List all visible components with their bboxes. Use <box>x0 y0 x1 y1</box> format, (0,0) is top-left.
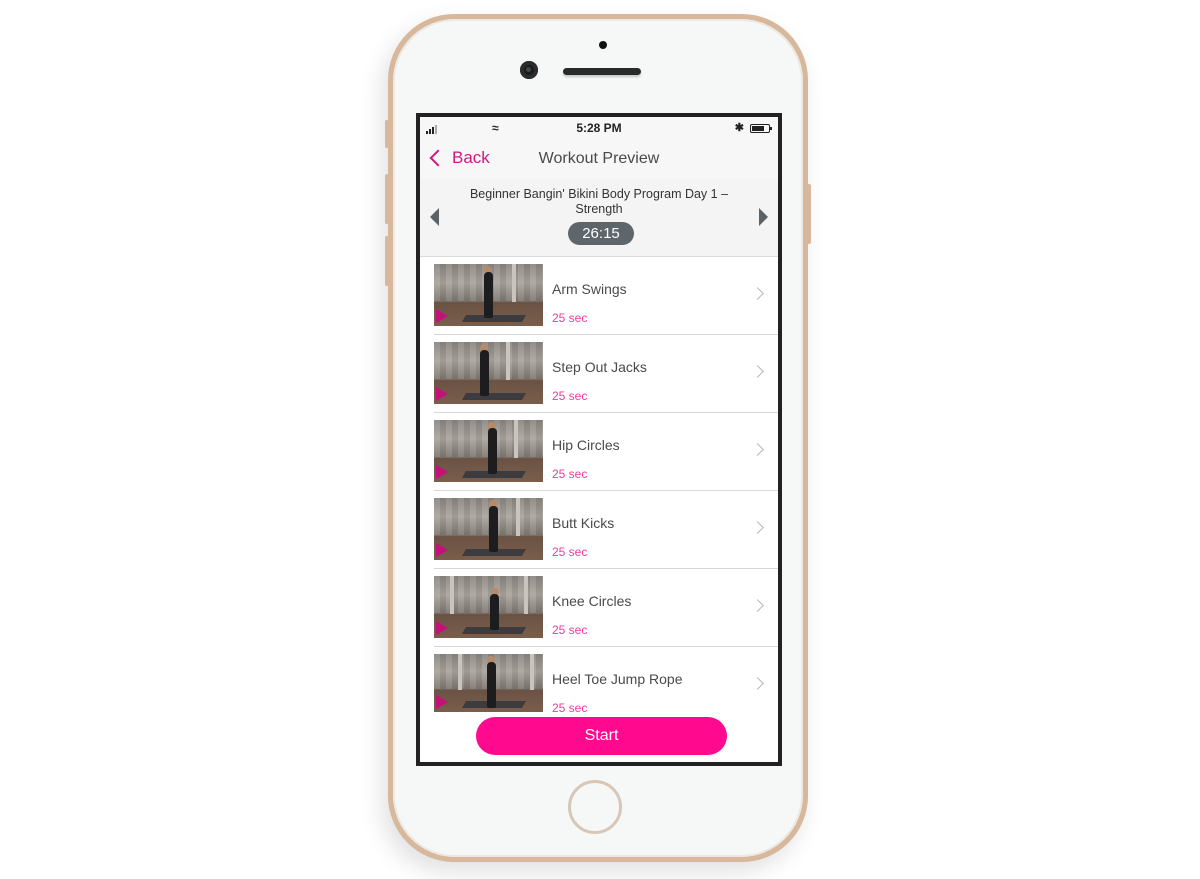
exercise-name: Heel Toe Jump Rope <box>552 671 683 687</box>
power-button <box>807 184 811 244</box>
exercise-duration: 25 sec <box>552 701 588 715</box>
play-icon <box>435 620 449 636</box>
play-icon <box>435 386 449 402</box>
app-screen: ≈ 5:28 PM ✱ Back Workout Preview Beginne… <box>420 117 778 762</box>
chevron-right-icon <box>751 365 764 378</box>
exercise-duration: 25 sec <box>552 623 588 637</box>
phone-mockup: ≈ 5:28 PM ✱ Back Workout Preview Beginne… <box>385 14 811 862</box>
previous-day-arrow-icon[interactable] <box>430 208 439 226</box>
exercise-duration: 25 sec <box>552 545 588 559</box>
play-icon <box>435 542 449 558</box>
volume-up-button <box>385 174 389 224</box>
earpiece-speaker <box>563 68 641 75</box>
battery-icon <box>750 124 772 133</box>
play-icon <box>435 694 449 710</box>
exercise-thumbnail[interactable] <box>434 654 543 712</box>
exercise-row[interactable]: Step Out Jacks 25 sec <box>434 335 778 413</box>
exercise-row[interactable]: Butt Kicks 25 sec <box>434 491 778 569</box>
program-title: Beginner Bangin' Bikini Body Program Day… <box>469 187 729 216</box>
exercise-thumbnail[interactable] <box>434 420 543 482</box>
chevron-right-icon <box>751 521 764 534</box>
chevron-right-icon <box>751 287 764 300</box>
exercise-row[interactable]: Hip Circles 25 sec <box>434 413 778 491</box>
exercise-duration: 25 sec <box>552 467 588 481</box>
volume-down-button <box>385 236 389 286</box>
program-header: Beginner Bangin' Bikini Body Program Day… <box>420 179 778 257</box>
next-day-arrow-icon[interactable] <box>759 208 768 226</box>
exercise-name: Knee Circles <box>552 593 632 609</box>
status-bar: ≈ 5:28 PM ✱ <box>420 117 778 139</box>
exercise-name: Hip Circles <box>552 437 620 453</box>
nav-bar: Back Workout Preview <box>420 139 778 179</box>
total-duration-badge: 26:15 <box>568 222 634 245</box>
exercise-thumbnail[interactable] <box>434 498 543 560</box>
exercise-row[interactable]: Arm Swings 25 sec <box>434 257 778 335</box>
phone-face: ≈ 5:28 PM ✱ Back Workout Preview Beginne… <box>393 19 803 857</box>
exercise-name: Arm Swings <box>552 281 627 297</box>
mute-switch <box>385 120 389 148</box>
play-icon <box>435 464 449 480</box>
front-camera-icon <box>520 61 538 79</box>
exercise-row[interactable]: Knee Circles 25 sec <box>434 569 778 647</box>
exercise-list: Arm Swings 25 sec Step Out Jacks 25 sec <box>420 257 778 724</box>
exercise-thumbnail[interactable] <box>434 576 543 638</box>
exercise-thumbnail[interactable] <box>434 264 543 326</box>
screen: ≈ 5:28 PM ✱ Back Workout Preview Beginne… <box>416 113 782 766</box>
exercise-name: Butt Kicks <box>552 515 615 531</box>
exercise-duration: 25 sec <box>552 311 588 325</box>
chevron-right-icon <box>751 677 764 690</box>
exercise-thumbnail[interactable] <box>434 342 543 404</box>
exercise-name: Step Out Jacks <box>552 359 647 375</box>
exercise-duration: 25 sec <box>552 389 588 403</box>
start-button[interactable]: Start <box>476 717 727 755</box>
page-title: Workout Preview <box>538 150 660 167</box>
status-time: 5:28 PM <box>576 121 622 135</box>
chevron-right-icon <box>751 443 764 456</box>
home-button[interactable] <box>568 780 622 834</box>
play-icon <box>435 308 449 324</box>
chevron-right-icon <box>751 599 764 612</box>
exercise-row[interactable]: Heel Toe Jump Rope 25 sec <box>434 647 778 724</box>
proximity-sensor <box>599 41 607 49</box>
bluetooth-icon: ✱ <box>734 122 744 134</box>
